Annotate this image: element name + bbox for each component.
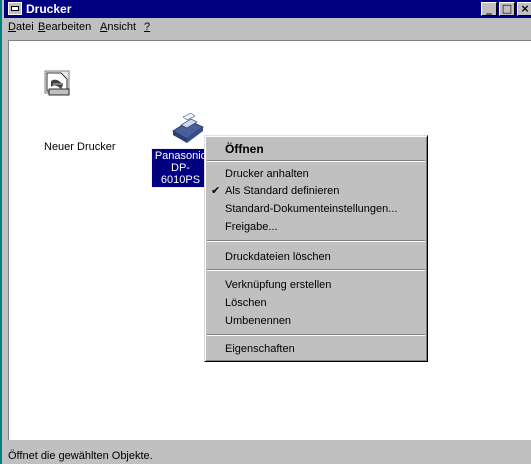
status-bar: Öffnet die gewählten Objekte. bbox=[4, 443, 531, 464]
menu-item-dokumenteinstellungen[interactable]: Standard-Dokumenteinstellungen... bbox=[205, 200, 427, 218]
panasonic-printer-label[interactable]: Panasonic DP-6010PS bbox=[151, 148, 210, 188]
menu-item-verknuepfung[interactable]: Verknüpfung erstellen bbox=[205, 276, 427, 294]
menu-help[interactable]: ? bbox=[144, 21, 150, 33]
menu-item-umbenennen[interactable]: Umbenennen bbox=[205, 312, 427, 330]
context-menu: Öffnen Drucker anhalten ✔ Als Standard d… bbox=[204, 135, 428, 362]
menu-item-loeschen[interactable]: Löschen bbox=[205, 294, 427, 312]
menu-separator bbox=[207, 334, 425, 336]
new-printer-label: Neuer Drucker bbox=[44, 141, 116, 153]
window-title: Drucker bbox=[26, 2, 72, 16]
printer-icon[interactable] bbox=[167, 112, 207, 143]
checkmark-icon: ✔ bbox=[211, 184, 221, 197]
panasonic-label-line1: Panasonic bbox=[154, 150, 207, 162]
printer-folder-icon bbox=[8, 2, 22, 15]
menu-separator bbox=[207, 269, 425, 271]
menu-item-drucker-anhalten[interactable]: Drucker anhalten bbox=[205, 165, 427, 183]
menu-separator bbox=[207, 240, 425, 242]
maximize-button[interactable]: □ bbox=[499, 2, 515, 16]
menu-bar: Datei Bearbeiten Ansicht ? bbox=[4, 18, 531, 37]
close-button[interactable]: × bbox=[517, 2, 531, 16]
menu-item-freigabe[interactable]: Freigabe... bbox=[205, 218, 427, 236]
minimize-button[interactable]: _ bbox=[481, 2, 497, 16]
menu-item-eigenschaften[interactable]: Eigenschaften bbox=[205, 340, 427, 358]
menu-item-oeffnen[interactable]: Öffnen bbox=[205, 140, 427, 158]
menu-bearbeiten[interactable]: Bearbeiten bbox=[38, 21, 91, 33]
panasonic-label-line2: DP-6010PS bbox=[160, 162, 201, 186]
menu-item-druckdateien-loeschen[interactable]: Druckdateien löschen bbox=[205, 248, 427, 266]
menu-ansicht[interactable]: Ansicht bbox=[100, 21, 136, 33]
printers-window: Drucker _ □ × Datei Bearbeiten Ansicht ?… bbox=[0, 0, 531, 464]
title-bar[interactable]: Drucker _ □ × bbox=[4, 0, 531, 18]
window-controls: _ □ × bbox=[479, 2, 531, 16]
menu-datei-label: atei bbox=[15, 21, 34, 33]
add-printer-icon[interactable] bbox=[39, 69, 79, 99]
menu-item-als-standard[interactable]: ✔ Als Standard definieren bbox=[205, 182, 427, 200]
status-text: Öffnet die gewählten Objekte. bbox=[8, 450, 153, 462]
menu-datei[interactable]: Datei bbox=[8, 21, 34, 33]
menu-separator bbox=[207, 160, 425, 162]
